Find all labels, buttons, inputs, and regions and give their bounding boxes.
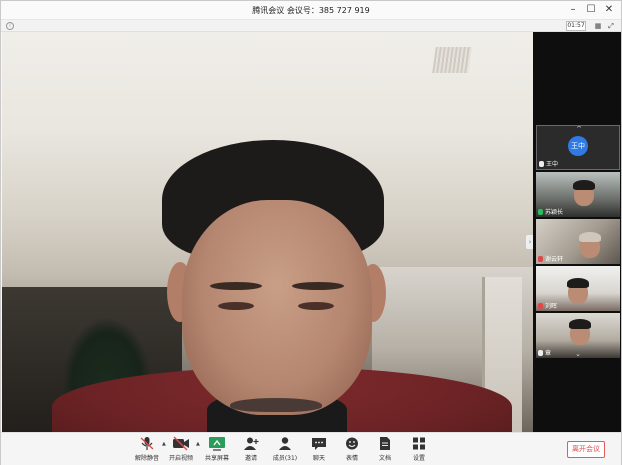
document-icon: [380, 437, 390, 450]
minimize-icon[interactable]: –: [567, 3, 579, 17]
participant-name-row: 谢云轩: [538, 254, 563, 263]
scroll-up-chevron-icon[interactable]: ^: [573, 126, 585, 133]
participant-video-hair: [569, 319, 591, 329]
participant-tile[interactable]: 谢云轩: [536, 219, 620, 264]
participant-name-row: 刘晖: [538, 301, 557, 310]
participant-name-row: 苏颖长: [538, 207, 563, 216]
speaker-brow-right: [292, 282, 344, 290]
participant-name: 刘晖: [545, 303, 558, 310]
participant-tile[interactable]: 苏颖长: [536, 172, 620, 217]
meeting-toolbar: 解除静音 ▲ 开启视频 ▲ 共享屏幕 邀请 成员(31) 聊天 表情 文档 设置…: [1, 432, 621, 465]
mic-icon: [538, 349, 543, 356]
scroll-down-chevron-icon[interactable]: ⌄: [572, 350, 584, 358]
leave-meeting-button[interactable]: 离开会议: [567, 441, 605, 458]
participant-name-row: 章: [538, 348, 551, 357]
meeting-timer: 01:57: [566, 21, 586, 31]
chat-icon: [312, 438, 326, 450]
settings-grid-icon: [413, 437, 425, 450]
maximize-icon[interactable]: ☐: [585, 3, 597, 17]
meeting-info-bar: i 01:57 ▦ ⤢: [1, 20, 621, 32]
mic-icon: [539, 160, 544, 167]
title-bar: 腾讯会议 会议号：385 727 919 – ☐ ✕: [1, 1, 621, 20]
share-screen-icon: [209, 437, 225, 451]
participant-name: 谢云轩: [545, 256, 564, 263]
settings-label: 设置: [412, 455, 425, 462]
grid-layout-icon[interactable]: ▦: [593, 21, 603, 31]
mic-muted-icon: [140, 437, 154, 450]
fullscreen-icon[interactable]: ⤢: [606, 21, 616, 31]
main-video-feed: [2, 32, 533, 432]
participant-tile[interactable]: 章 ⌄: [536, 313, 620, 358]
participant-name: 苏颖长: [545, 209, 564, 216]
participant-name: 王中: [546, 161, 559, 168]
close-icon[interactable]: ✕: [603, 3, 615, 17]
start-video-label: 开启视频: [168, 455, 193, 462]
participant-video-hair: [567, 278, 589, 288]
participant-tile[interactable]: ^ 王中 王中: [536, 125, 620, 170]
speaker-mustache: [230, 398, 322, 412]
participant-video-hair: [579, 232, 601, 242]
participant-tile[interactable]: 刘晖: [536, 266, 620, 311]
participant-video-hair: [573, 180, 595, 190]
participant-name: 章: [545, 350, 552, 357]
mic-muted-icon: [538, 255, 543, 262]
window-title: 腾讯会议 会议号：385 727 919: [252, 6, 370, 15]
speaker-face: [182, 200, 372, 415]
mic-muted-icon: [538, 302, 543, 309]
avatar: 王中: [568, 136, 588, 156]
mic-active-icon: [538, 208, 543, 215]
emoji-icon: [346, 437, 358, 450]
start-video-button[interactable]: 开启视频: [161, 436, 201, 464]
speaker-brow-left: [210, 282, 262, 290]
settings-button[interactable]: 设置: [399, 436, 439, 464]
participant-name-row: 王中: [539, 159, 558, 168]
speaker-eye-right: [298, 302, 334, 310]
invite-user-icon: [244, 437, 259, 450]
meeting-window: 腾讯会议 会议号：385 727 919 – ☐ ✕ i 01:57 ▦ ⤢ ›: [0, 0, 622, 465]
speaker-eye-left: [218, 302, 254, 310]
background-ceiling-vent: [432, 47, 472, 73]
members-icon: [279, 437, 291, 450]
video-off-icon: [173, 436, 189, 451]
info-icon[interactable]: i: [6, 22, 14, 30]
participants-panel: ^ 王中 王中 苏颖长 谢云轩 刘晖 章 ⌄: [533, 32, 621, 432]
window-controls: – ☐ ✕: [567, 3, 615, 17]
